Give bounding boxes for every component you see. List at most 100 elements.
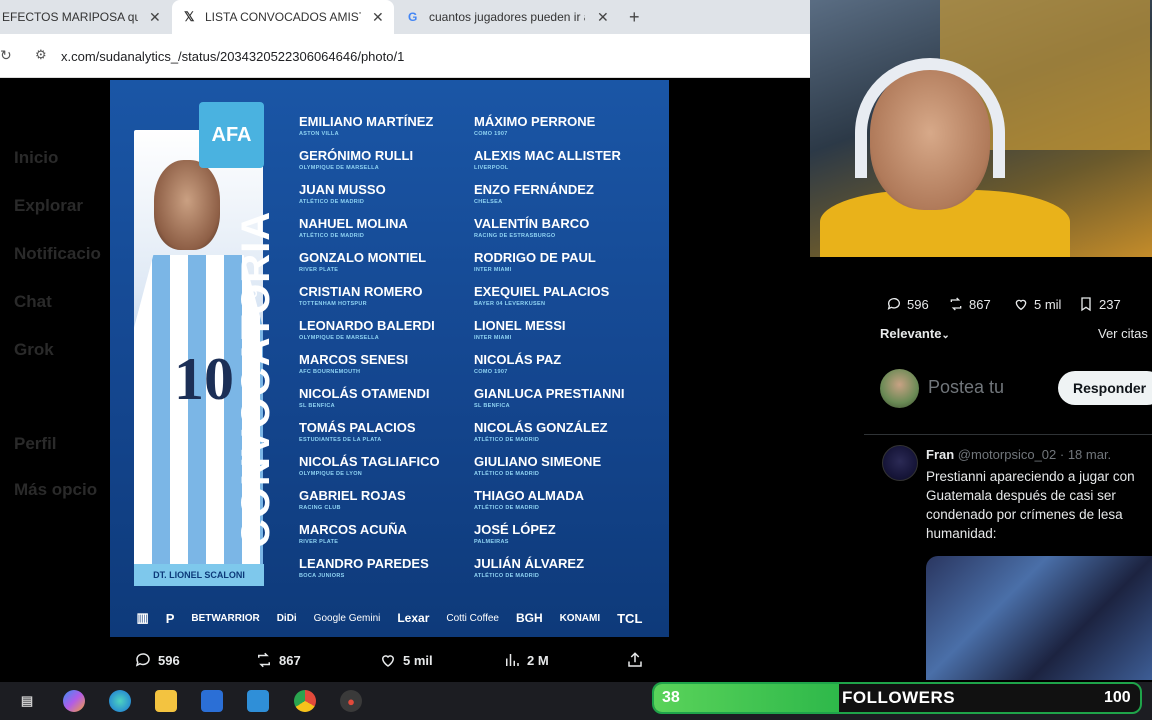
reply-icon (887, 298, 900, 310)
player-name: TOMÁS PALACIOS (299, 420, 416, 435)
chevron-down-icon: ⌄ (941, 330, 950, 341)
tab-title: cuantos jugadores pueden ir al (429, 10, 585, 24)
chrome-icon[interactable] (294, 690, 316, 712)
reply-author-avatar[interactable] (882, 445, 918, 481)
followers-goal-widget: 38 FOLLOWERS 100 (652, 682, 1142, 714)
close-icon[interactable]: ✕ (149, 9, 161, 26)
sponsor: TCL (617, 610, 643, 626)
player-entry: VALENTÍN BARCO RACING DE ESTRASBURGO (474, 216, 644, 250)
player-name: LIONEL MESSI (474, 318, 566, 333)
side-bookmark-button[interactable]: 237 (1078, 296, 1121, 312)
browser-tab-bar: EFECTOS MARIPOSA que al ✕ 𝕏 LISTA CONVOC… (0, 0, 810, 34)
sort-label: Relevante (880, 326, 942, 341)
side-like-button[interactable]: 5 mil (1013, 296, 1061, 312)
player-name: JOSÉ LÓPEZ (474, 522, 556, 537)
player-club: LIVERPOOL (474, 165, 509, 171)
reply-button[interactable]: 596 (134, 651, 180, 669)
avatar[interactable] (880, 369, 919, 408)
address-bar: ↻ ⚙ x.com/sudanalytics_/status/203432052… (0, 34, 810, 78)
quotes-link[interactable]: Ver citas (1098, 326, 1148, 341)
player-name: GIULIANO SIMEONE (474, 454, 602, 469)
reply-media[interactable] (926, 556, 1152, 680)
coach-bar: DT. LIONEL SCALONI (134, 564, 264, 586)
followers-goal: 100 (1104, 689, 1131, 706)
followers-label: FOLLOWERS (842, 688, 956, 707)
player-club: RIVER PLATE (299, 539, 339, 545)
side-retweet-button[interactable]: 867 (948, 296, 991, 312)
followers-count: 38 (662, 689, 680, 706)
app-icon[interactable] (247, 690, 269, 712)
reply-author-name[interactable]: Fran (926, 447, 954, 462)
player-club: CHELSEA (474, 199, 503, 205)
reply-submit-button[interactable]: Responder (1058, 371, 1152, 405)
close-icon[interactable]: ✕ (372, 9, 384, 26)
edge-icon[interactable] (109, 690, 131, 712)
store-icon[interactable] (201, 690, 223, 712)
reply-author-handle[interactable]: @motorpsico_02 · 18 mar. (958, 447, 1111, 462)
player-club: BAYER 04 LEVERKUSEN (474, 301, 546, 307)
retweet-count: 867 (279, 652, 301, 668)
player-club: ATLÉTICO DE MADRID (299, 199, 365, 205)
browser-tab-2[interactable]: 𝕏 LISTA CONVOCADOS AMISTOS ✕ (172, 0, 394, 34)
player-name: RODRIGO DE PAUL (474, 250, 596, 265)
player-entry: TOMÁS PALACIOS ESTUDIANTES DE LA PLATA (299, 420, 469, 454)
like-button[interactable]: 5 mil (379, 651, 433, 669)
new-tab-icon[interactable]: + (629, 7, 640, 28)
player-entry: GIULIANO SIMEONE ATLÉTICO DE MADRID (474, 454, 644, 488)
sponsor-bar: ▥ P BETWARRIOR DiDi Google Gemini Lexar … (110, 602, 669, 634)
heart-icon (1015, 299, 1027, 311)
player-entry: GONZALO MONTIEL RIVER PLATE (299, 250, 469, 284)
player-club: BOCA JUNIORS (299, 573, 345, 579)
player-entry: ALEXIS MAC ALLISTER LIVERPOOL (474, 148, 644, 182)
views-chart-icon (506, 654, 519, 666)
sponsor: BGH (515, 611, 543, 625)
player-club: OLYMPIQUE DE MARSELLA (299, 335, 380, 341)
obs-icon[interactable]: ● (340, 690, 362, 712)
tab-title: LISTA CONVOCADOS AMISTOS (205, 10, 361, 24)
coach-label: DT. LIONEL SCALONI (153, 570, 245, 580)
convocatoria-image[interactable]: 10 AFA CONVOCATORIA AMISTOSO DE MARZO DT… (110, 80, 669, 637)
player-club: COMO 1907 (474, 369, 508, 375)
player-name: VALENTÍN BARCO (474, 216, 590, 231)
reply-compose-input[interactable]: Postea tu (928, 377, 1004, 398)
like-count: 5 mil (403, 652, 433, 668)
heart-icon (381, 655, 395, 667)
sponsor-logo-icon: P (165, 610, 175, 626)
sort-dropdown[interactable]: Relevante⌄ (880, 326, 950, 341)
side-reply-button[interactable]: 596 (886, 296, 929, 312)
file-explorer-icon[interactable] (155, 690, 177, 712)
player-entry: LEONARDO BALERDI OLYMPIQUE DE MARSELLA (299, 318, 469, 352)
site-settings-icon[interactable]: ⚙ (35, 47, 47, 63)
player-name: EXEQUIEL PALACIOS (474, 284, 610, 299)
close-icon[interactable]: ✕ (597, 9, 609, 26)
reply-icon (135, 653, 150, 667)
views-button[interactable]: 2 M (503, 651, 549, 669)
player-club: INTER MIAMI (474, 267, 512, 273)
url-field[interactable]: x.com/sudanalytics_/status/2034320522306… (61, 49, 404, 64)
reply-text: Prestianni apareciendo a jugar con Guate… (926, 469, 1135, 541)
player-name: LEONARDO BALERDI (299, 318, 435, 333)
share-button[interactable] (626, 651, 644, 669)
task-view-icon[interactable]: ▤ (16, 690, 38, 712)
divider (864, 434, 1152, 435)
reload-icon[interactable]: ↻ (0, 47, 12, 64)
player-club: ATLÉTICO DE MADRID (474, 573, 540, 579)
player-name: CRISTIAN ROMERO (299, 284, 423, 299)
browser-tab-1[interactable]: EFECTOS MARIPOSA que al ✕ (0, 0, 170, 34)
player-name: THIAGO ALMADA (474, 488, 585, 503)
player-entry: CRISTIAN ROMERO TOTTENHAM HOTSPUR (299, 284, 469, 318)
browser-tab-3[interactable]: G cuantos jugadores pueden ir al ✕ (396, 0, 618, 34)
player-entry: ENZO FERNÁNDEZ CHELSEA (474, 182, 644, 216)
player-club: ATLÉTICO DE MADRID (474, 505, 540, 511)
retweet-button[interactable]: 867 (255, 651, 301, 669)
copilot-icon[interactable] (63, 690, 85, 712)
player-club: OLYMPIQUE DE MARSELLA (299, 165, 380, 171)
player-club: ATLÉTICO DE MADRID (474, 437, 540, 443)
tab-title: EFECTOS MARIPOSA que al (2, 10, 138, 24)
player-club: COMO 1907 (474, 131, 508, 137)
player-club: ATLÉTICO DE MADRID (474, 471, 540, 477)
sponsor: BETWARRIOR (191, 612, 260, 624)
poster-subtitle: AMISTOSO DE MARZO (246, 280, 260, 548)
player-name: LEANDRO PAREDES (299, 556, 429, 571)
views-count: 2 M (527, 652, 549, 668)
